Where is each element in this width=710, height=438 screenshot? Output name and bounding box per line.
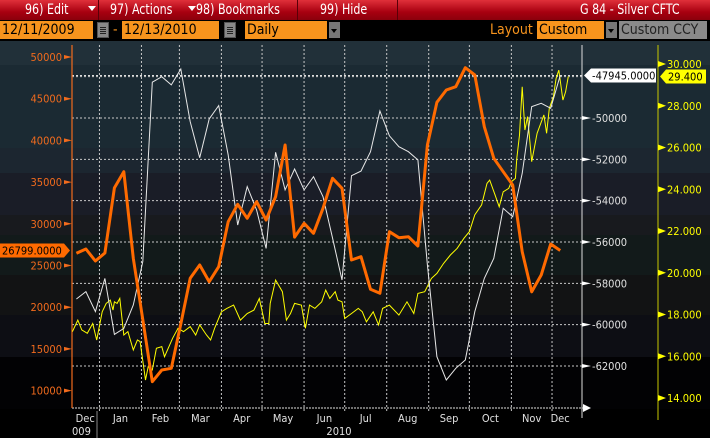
x-tick-label: May	[273, 412, 294, 425]
middle-tick-label: -62000	[592, 360, 627, 373]
frequency-select[interactable]: Daily	[245, 21, 327, 39]
actions-menu[interactable]: 97) Actions	[110, 2, 172, 18]
x-tick-label: Mar	[191, 412, 211, 425]
menu-divider	[98, 0, 99, 20]
left-tick-label: 15000	[31, 343, 62, 356]
right-tick-label: 28.000	[667, 100, 702, 113]
hide-menu[interactable]: 99) Hide	[320, 2, 367, 18]
left-tick-label: 40000	[31, 134, 62, 147]
bookmarks-menu[interactable]: 98) Bookmarks	[196, 2, 280, 18]
calendar-icon[interactable]	[97, 22, 109, 38]
middle-tick-label: -52000	[592, 153, 627, 166]
x-tick-label: Jul	[359, 412, 372, 425]
chart: Dec Jan Feb Mar Apr May Jun Jul Aug Sep Oct Nov Dec0…	[0, 40, 710, 438]
x-tick-label: Apr	[233, 412, 251, 425]
right-tick-label: 26.000	[667, 142, 702, 155]
x-tick-label: Dec	[551, 412, 570, 425]
middle-tick-label: -58000	[592, 277, 627, 290]
menu-bar: 96) Edit 97) Actions 98) Bookmarks 99) H…	[0, 0, 710, 21]
right-tick-label: 30.000	[667, 58, 702, 71]
x-tick-label: Jan	[112, 412, 128, 425]
controls-bar: 12/11/2009 - 12/13/2010 Daily Layout Cus…	[0, 20, 710, 40]
middle-tick-label: -50000	[592, 112, 627, 125]
x-tick-label: Sep	[440, 412, 459, 425]
x-tick-label: Feb	[152, 412, 169, 425]
middle-tick-label: -60000	[592, 319, 627, 332]
middle-tick-label: -56000	[592, 236, 627, 249]
frequency-dropdown-icon[interactable]	[329, 22, 340, 38]
x-tick-label: Jun	[316, 412, 332, 425]
right-tick-label: 22.000	[667, 225, 702, 238]
menu-divider	[297, 0, 298, 20]
left-tick-label: 45000	[31, 93, 62, 106]
x-tick-label: Aug	[398, 412, 417, 425]
end-date-field[interactable]: 12/13/2010	[122, 21, 219, 39]
left-tick-label: 25000	[31, 260, 62, 273]
left-tick-label: 20000	[31, 301, 62, 314]
menu-divider	[397, 0, 398, 20]
net-long-value-label: 26799.0000	[2, 244, 62, 257]
actions-dropdown-icon[interactable]	[188, 6, 196, 11]
chart-title: G 84 - Silver CFTC	[580, 2, 680, 18]
edit-dropdown-icon[interactable]	[88, 6, 96, 11]
right-tick-label: 24.000	[667, 183, 702, 196]
layout-select[interactable]: Custom	[537, 21, 604, 39]
x-tick-label: Dec	[76, 412, 95, 425]
layout-label: Layout	[490, 22, 533, 38]
left-tick-label: 10000	[31, 385, 62, 398]
layout-dropdown-icon[interactable]	[606, 22, 617, 38]
middle-tick-label: -54000	[592, 195, 627, 208]
right-tick-label: 16.000	[667, 350, 702, 363]
calendar-icon[interactable]	[224, 22, 236, 38]
x-tick-label: Nov	[522, 412, 541, 425]
price-value-label: 29.400	[668, 71, 703, 84]
edit-menu[interactable]: 96) Edit	[25, 2, 68, 18]
custom-ccy-button[interactable]: Custom CCY	[619, 21, 707, 39]
short-value-label: -47945.0000	[592, 70, 655, 83]
right-tick-label: 14.000	[667, 392, 702, 405]
year-label: 2010	[326, 425, 351, 438]
x-tick-label: Oct	[482, 412, 499, 425]
start-date-field[interactable]: 12/11/2009	[0, 21, 93, 39]
date-range-dash: -	[113, 22, 118, 38]
year-label: 009	[72, 425, 91, 438]
left-tick-label: 35000	[31, 176, 62, 189]
right-tick-label: 20.000	[667, 267, 702, 280]
left-tick-label: 50000	[31, 51, 62, 64]
left-tick-label: 30000	[31, 218, 62, 231]
right-tick-label: 18.000	[667, 309, 702, 322]
